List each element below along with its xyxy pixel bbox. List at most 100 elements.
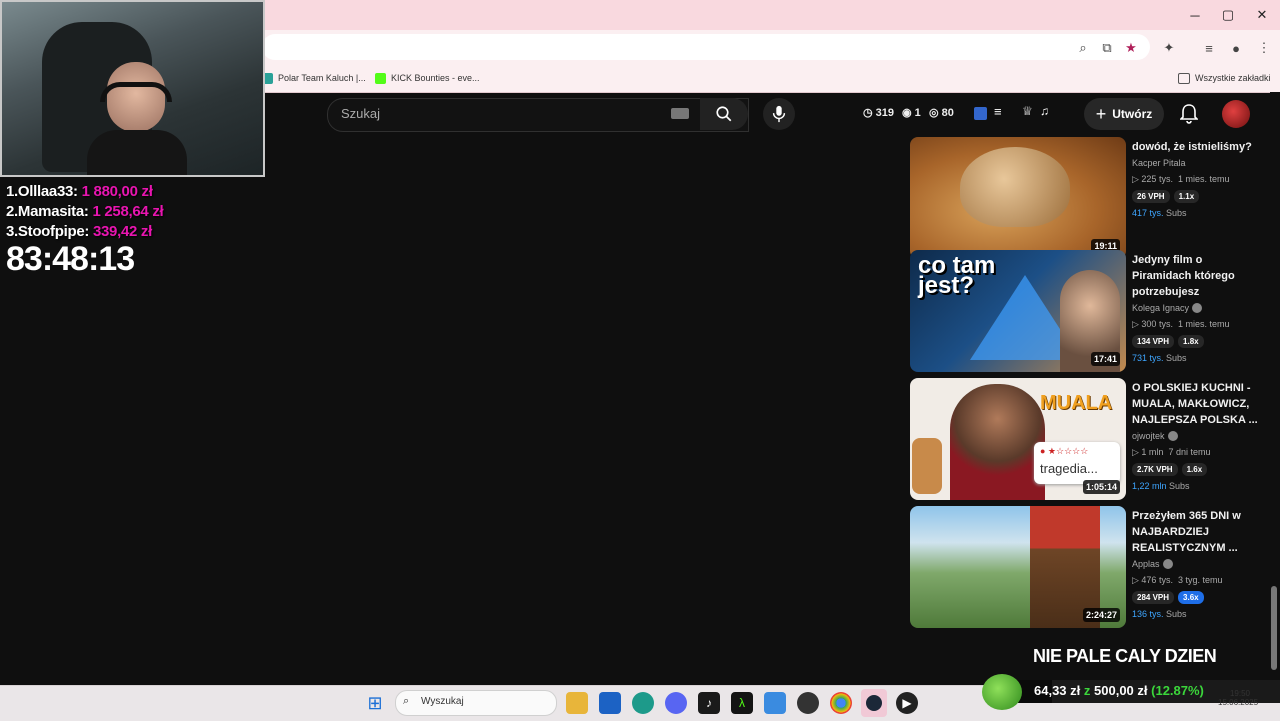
install-app-icon[interactable]: ⧉ <box>1097 38 1117 58</box>
bookmark-item[interactable]: Polar Team Kaluch |... <box>262 64 366 92</box>
donor-name: Stoofpipe: <box>17 223 90 240</box>
leaderboard-entry: 3.Stoofpipe: 339,42 zł <box>6 223 152 240</box>
file-explorer-icon[interactable] <box>566 692 588 714</box>
video-duration: 1:05:14 <box>1082 480 1120 494</box>
minimize-button[interactable]: ─ <box>1178 0 1212 30</box>
small-bell-icon[interactable]: ♫ <box>1040 104 1049 118</box>
donation-amount: 1 880,00 zł <box>81 183 153 200</box>
donor-name: Olllaa33: <box>17 183 78 200</box>
menu-kebab-icon[interactable]: ⋮ <box>1254 38 1274 58</box>
bookmark-item[interactable]: KICK Bounties - eve... <box>375 64 480 92</box>
subs-label: Subs <box>1169 481 1190 491</box>
taskbar-clock[interactable]: 19:50 15.06.2025 <box>1218 689 1258 707</box>
scrollbar-thumb[interactable] <box>1271 586 1277 670</box>
donation-amount: 339,42 zł <box>92 223 152 240</box>
taskbar-search[interactable] <box>395 690 557 716</box>
windows-start-icon[interactable]: ⊞ <box>364 692 386 714</box>
verified-icon <box>1162 559 1173 569</box>
store-icon[interactable] <box>599 692 621 714</box>
account-avatar[interactable] <box>1222 100 1250 128</box>
clock-icon: ◷ <box>863 107 873 119</box>
thumbnail-caption: MUALA <box>1040 392 1113 414</box>
overlay-banner: NIE PALE CALY DZIEN <box>1033 646 1217 666</box>
subs-count: 731 tys. <box>1132 353 1164 363</box>
profile-icon[interactable]: ● <box>1226 38 1246 58</box>
zoom-icon[interactable]: ⌕ <box>1073 38 1093 58</box>
photos-icon[interactable] <box>764 692 786 714</box>
discord-icon[interactable] <box>665 692 687 714</box>
video-thumbnail[interactable]: 2:24:27 <box>910 506 1126 628</box>
create-button[interactable]: + Utwórz <box>1084 98 1164 130</box>
url-omnibox[interactable] <box>262 34 1150 60</box>
streamer-image <box>82 62 192 175</box>
kick-icon[interactable]: λ <box>731 692 753 714</box>
steam-icon[interactable] <box>861 689 887 717</box>
bookmark-label: KICK Bounties - eve... <box>391 73 480 83</box>
subs-count: 1,22 mln <box>1132 481 1167 491</box>
vph-badge: 284 VPH <box>1132 591 1175 604</box>
verified-icon <box>1167 431 1178 441</box>
skull-image <box>960 147 1070 227</box>
ratio-badge: 3.6x <box>1178 591 1204 604</box>
list-icon[interactable]: ≡ <box>994 104 1002 119</box>
video-title[interactable]: Przeżyłem 365 DNI w NAJBARDZIEJ REALISTY… <box>1132 508 1264 556</box>
eye-icon: ◎ <box>929 107 939 119</box>
subs-label: Subs <box>1166 208 1187 218</box>
leaderboard-entry: 2.Mamasita: 1 258,64 zł <box>6 203 164 220</box>
webcam-feed <box>0 0 265 177</box>
keyboard-icon[interactable] <box>671 108 689 119</box>
maximize-button[interactable]: ▢ <box>1211 0 1245 30</box>
leaderboard-entry: 1.Olllaa33: 1 880,00 zł <box>6 183 153 200</box>
video-card[interactable]: 2:24:27 Przeżyłem 365 DNI w NAJBARDZIEJ … <box>910 506 1270 628</box>
bookmark-label: Polar Team Kaluch |... <box>278 73 366 83</box>
taskbar-search-input[interactable]: Wyszukaj <box>421 696 464 707</box>
kebab-image <box>912 438 942 494</box>
channel-name[interactable]: ojwojtek <box>1132 431 1165 441</box>
trophy-icon[interactable]: ♕ <box>1022 104 1033 118</box>
thumbnail-caption: co tam jest? <box>918 252 996 299</box>
video-thumbnail[interactable]: co tam jest? 17:41 <box>910 250 1126 372</box>
voice-search-button[interactable] <box>763 98 795 130</box>
microphone-icon <box>772 105 786 123</box>
obs-icon[interactable] <box>797 692 819 714</box>
stat-watching: ◉ 1 <box>902 106 921 120</box>
chrome-icon[interactable] <box>830 692 852 714</box>
view-count: 300 tys. <box>1141 319 1173 329</box>
video-card[interactable]: co tam jest? 17:41 Jedyny film o Piramid… <box>910 250 1270 372</box>
tiktok-icon[interactable]: ♪ <box>698 692 720 714</box>
all-bookmarks-folder[interactable]: Wszystkie zakładki <box>1178 64 1271 92</box>
view-count: 225 tys. <box>1141 174 1173 184</box>
channel-name[interactable]: Kolega Ignacy <box>1132 303 1189 313</box>
ratio-badge: 1.8x <box>1178 335 1204 348</box>
video-thumbnail[interactable]: 19:11 <box>910 137 1126 259</box>
ratio-badge: 1.6x <box>1181 463 1208 476</box>
donation-amount: 1 258,64 zł <box>92 203 164 220</box>
bookmark-star-icon[interactable]: ★ <box>1121 38 1141 58</box>
vph-badge: 134 VPH <box>1132 335 1175 348</box>
close-button[interactable]: ✕ <box>1245 0 1279 30</box>
edge-icon[interactable] <box>632 692 654 714</box>
video-title[interactable]: dowód, że istnieliśmy? <box>1132 139 1264 155</box>
plus-icon: + <box>1095 103 1107 124</box>
search-input[interactable]: Szukaj <box>341 106 380 121</box>
search-button[interactable] <box>700 98 748 130</box>
channel-name[interactable]: Applas <box>1132 559 1160 569</box>
subs-label: Subs <box>1166 353 1187 363</box>
video-card[interactable]: 19:11 dowód, że istnieliśmy? Kacper Pita… <box>910 137 1270 259</box>
video-title[interactable]: Jedyny film o Piramidach którego potrzeb… <box>1132 252 1264 300</box>
video-title[interactable]: O POLSKIEJ KUCHNI - MUALA, MAKŁOWICZ, NA… <box>1132 380 1264 428</box>
video-card[interactable]: MUALA ● ★☆☆☆☆ tragedia... 1:05:14 O POLS… <box>910 378 1270 500</box>
video-thumbnail[interactable]: MUALA ● ★☆☆☆☆ tragedia... 1:05:14 <box>910 378 1126 500</box>
media-icon[interactable]: ≡ <box>1199 38 1219 58</box>
channel-name[interactable]: Kacper Pitala <box>1132 158 1186 168</box>
subs-label: Subs <box>1166 609 1187 619</box>
extension-icon[interactable] <box>974 107 987 120</box>
eye-icon: ◉ <box>902 107 912 119</box>
subathon-timer: 83:48:13 <box>6 240 135 278</box>
kick-favicon-icon <box>375 72 386 84</box>
extensions-icon[interactable]: ✦ <box>1159 38 1179 58</box>
video-duration: 2:24:27 <box>1082 608 1120 622</box>
media-player-icon[interactable]: ▶ <box>896 692 918 714</box>
upload-age: 1 mies. temu <box>1177 174 1230 184</box>
notifications-bell-icon[interactable] <box>1178 102 1200 126</box>
